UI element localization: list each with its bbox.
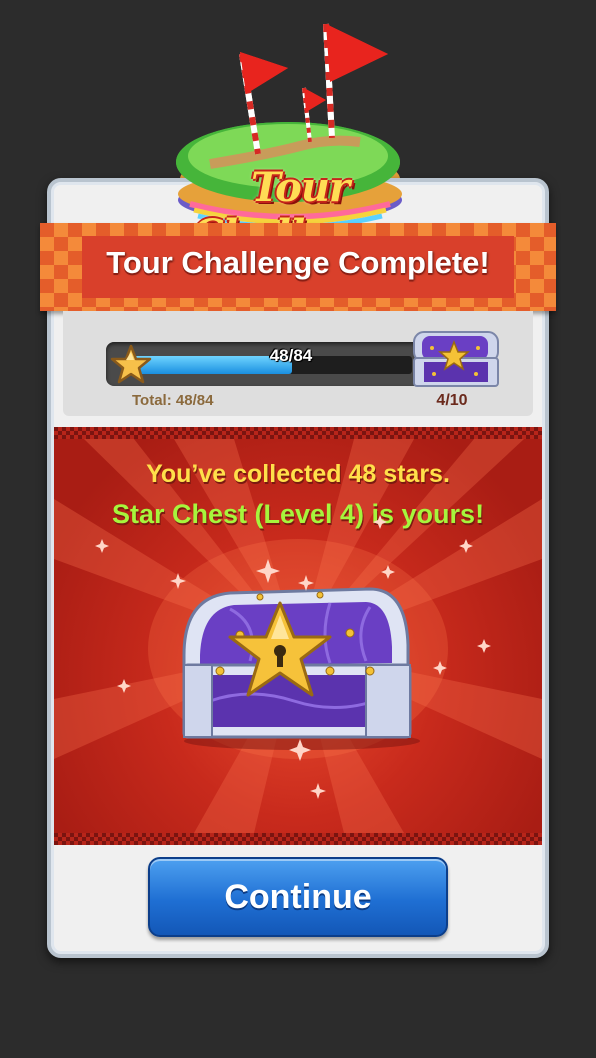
star-icon: [110, 344, 152, 384]
banner-title: Tour Challenge Complete!: [106, 245, 490, 280]
chest-count: 4/10: [436, 392, 468, 409]
reward-bottom-border: [54, 833, 542, 845]
flag-icon: [323, 23, 388, 139]
continue-button[interactable]: Continue: [148, 857, 448, 937]
chest-icon: [408, 328, 502, 390]
total-label: Total: 48/84: [132, 392, 214, 409]
sparkle-icon: [54, 439, 542, 833]
logo-overlay: Tour Challenge: [150, 14, 450, 258]
reward-top-border: [54, 427, 542, 439]
progress-text: 48/84: [269, 346, 313, 365]
